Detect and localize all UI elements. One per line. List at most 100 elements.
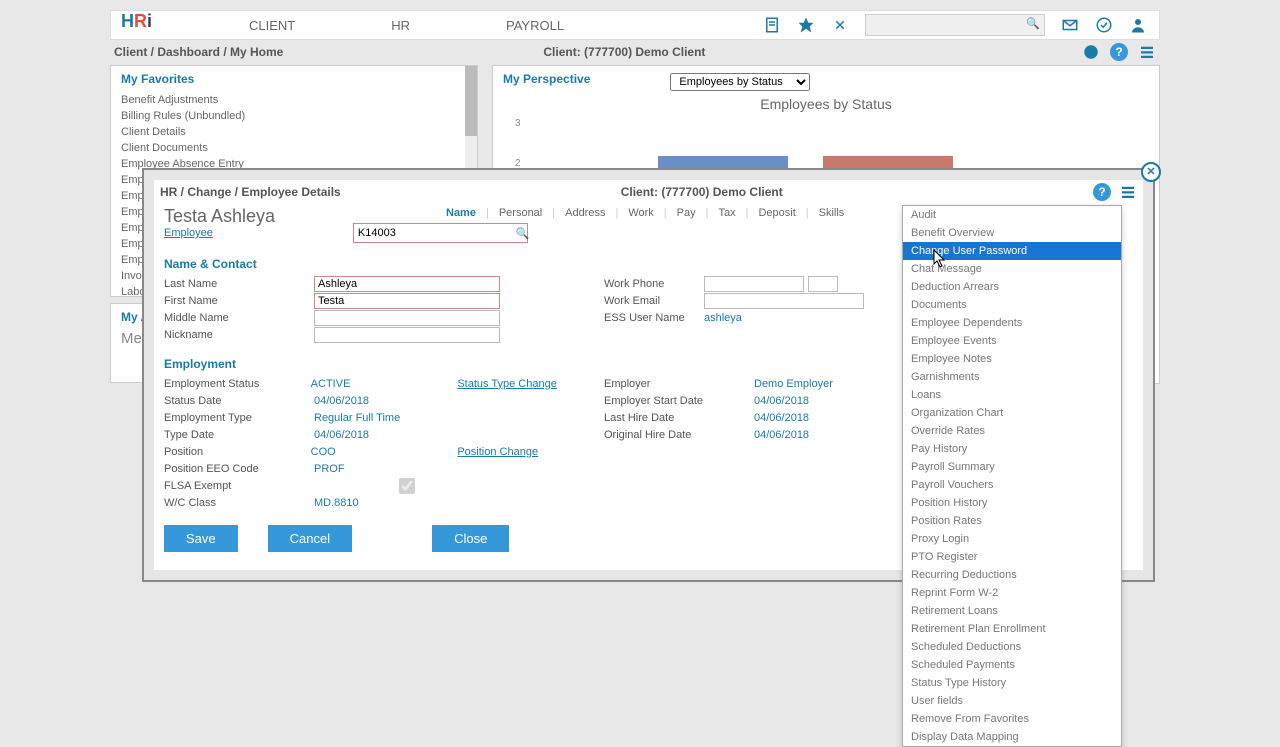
ctx-item[interactable]: Display Data Mapping [903,728,1121,746]
ytick-3: 3 [515,118,521,129]
pos-change-link[interactable]: Position Change [457,446,604,458]
breadcrumb-path: Client / Dashboard / My Home [114,45,283,59]
ctx-item[interactable]: Organization Chart [903,404,1121,422]
menu-icon[interactable] [1138,43,1156,61]
esd-label: Employer Start Date [604,395,754,407]
pos-label: Position [164,446,311,458]
flsa-checkbox[interactable] [314,478,500,494]
ctx-item[interactable]: Retirement Plan Enrollment [903,620,1121,638]
breadcrumb: Client / Dashboard / My Home Client: (77… [110,42,1160,62]
top-nav: HRi CLIENT HR PAYROLL 🔍 [110,10,1160,40]
ctx-item[interactable]: Scheduled Deductions [903,638,1121,656]
cancel-button[interactable]: Cancel [268,525,352,552]
modal-help-icon[interactable]: ? [1093,183,1111,201]
save-button[interactable]: Save [164,525,238,552]
first-name-input[interactable] [314,293,500,309]
ctx-item[interactable]: Deduction Arrears [903,278,1121,296]
ctx-item[interactable]: Employee Events [903,332,1121,350]
status-value: ACTIVE [311,378,458,390]
favorite-item[interactable]: Billing Rules (Unbundled) [121,108,467,124]
star-icon[interactable] [797,16,815,34]
last-name-input[interactable] [314,276,500,292]
employee-id-input[interactable] [353,223,528,243]
employer-value: Demo Employer [754,378,904,390]
ctx-item[interactable]: Chat Message [903,260,1121,278]
ctx-item[interactable]: Proxy Login [903,530,1121,548]
chat-icon[interactable] [1082,43,1100,61]
flsa-label: FLSA Exempt [164,480,314,492]
nav-hr[interactable]: HR [343,18,458,33]
tab-deposit[interactable]: Deposit [752,207,801,219]
nav-payroll[interactable]: PAYROLL [458,18,612,33]
breadcrumb-client: Client: (777700) Demo Client [543,45,705,59]
check-icon[interactable] [1095,16,1113,34]
wemail-label: Work Email [604,295,704,307]
lhd-label: Last Hire Date [604,412,754,424]
perspective-select[interactable]: Employees by Status [670,73,810,91]
etype-value: Regular Full Time [314,412,464,424]
ctx-item[interactable]: User fields [903,692,1121,710]
ctx-item[interactable]: Garnishments [903,368,1121,386]
tab-pay[interactable]: Pay [671,207,702,219]
wemail-input[interactable] [704,293,864,309]
essuser-label: ESS User Name [604,312,704,324]
favorite-item[interactable]: Client Details [121,124,467,140]
tab-tax[interactable]: Tax [712,207,741,219]
ctx-item[interactable]: Benefit Overview [903,224,1121,242]
ctx-item[interactable]: PTO Register [903,548,1121,566]
employee-link[interactable]: Employee [164,227,213,239]
tab-personal[interactable]: Personal [493,207,548,219]
user-icon[interactable] [1129,16,1147,34]
ctx-item[interactable]: Position Rates [903,512,1121,530]
favorite-item[interactable]: Benefit Adjustments [121,92,467,108]
tab-name[interactable]: Name [440,207,482,219]
eeo-label: Position EEO Code [164,463,314,475]
wphone-label: Work Phone [604,278,704,290]
close-button[interactable]: Close [432,525,509,552]
document-icon[interactable] [763,16,781,34]
tab-work[interactable]: Work [622,207,659,219]
nav-client[interactable]: CLIENT [201,18,343,33]
ctx-item[interactable]: Change User Password [903,242,1121,260]
ctx-item[interactable]: Employee Notes [903,350,1121,368]
nickname-input[interactable] [314,327,500,343]
ctx-item[interactable]: Employee Dependents [903,314,1121,332]
wphone-ext-input[interactable] [808,276,838,292]
ctx-item[interactable]: Override Rates [903,422,1121,440]
modal-menu-icon[interactable] [1119,183,1137,201]
middle-name-input[interactable] [314,310,500,326]
ctx-item[interactable]: Retirement Loans [903,602,1121,620]
ctx-item[interactable]: Recurring Deductions [903,566,1121,584]
modal-breadcrumb: HR / Change / Employee Details [160,185,341,199]
ctx-item[interactable]: Audit [903,206,1121,224]
ctx-item[interactable]: Reprint Form W-2 [903,584,1121,602]
ctx-item[interactable]: Documents [903,296,1121,314]
essuser-value: ashleya [704,312,854,324]
modal-close[interactable]: ✕ [1141,162,1161,182]
wphone-input[interactable] [704,276,804,292]
mail-icon[interactable] [1061,16,1079,34]
perspective-title: My Perspective [503,72,590,86]
tdate-label: Type Date [164,429,314,441]
ctx-item[interactable]: Status Type History [903,674,1121,692]
wc-value: MD.8810 [314,497,464,509]
favorite-item[interactable]: Client Documents [121,140,467,156]
ctx-item[interactable]: Payroll Vouchers [903,476,1121,494]
global-search[interactable]: 🔍 [865,14,1045,36]
tab-address[interactable]: Address [559,207,611,219]
ctx-item[interactable]: Payroll Summary [903,458,1121,476]
tab-skills[interactable]: Skills [813,207,851,219]
help-icon[interactable]: ? [1110,43,1128,61]
lhd-value: 04/06/2018 [754,412,904,424]
ctx-item[interactable]: Remove From Favorites [903,710,1121,728]
tools-icon[interactable] [831,16,849,34]
ohd-value: 04/06/2018 [754,429,904,441]
ctx-item[interactable]: Pay History [903,440,1121,458]
status-change-link[interactable]: Status Type Change [457,378,604,390]
ctx-item[interactable]: Position History [903,494,1121,512]
ctx-item[interactable]: Loans [903,386,1121,404]
chart-title: Employees by Status [503,96,1149,112]
lookup-icon[interactable]: 🔍 [516,227,530,240]
eeo-value: PROF [314,463,464,475]
ctx-item[interactable]: Scheduled Payments [903,656,1121,674]
